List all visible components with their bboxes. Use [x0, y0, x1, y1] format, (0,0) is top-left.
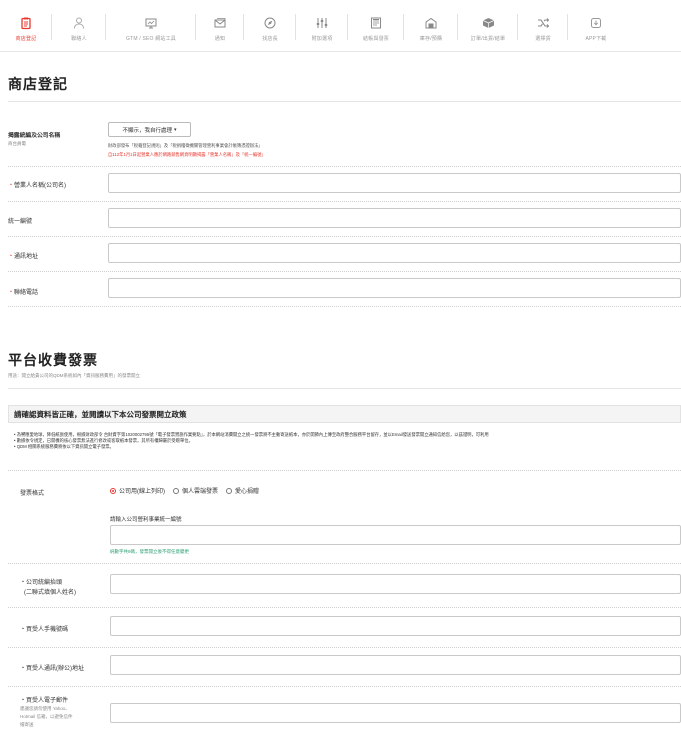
divider: [8, 388, 681, 389]
nav-tab-app-download[interactable]: APP下載: [568, 0, 624, 52]
tax-id-label: 統一編號: [8, 219, 33, 225]
buyer-title-sublabel: (二聯式填個人姓名): [24, 590, 76, 596]
policy-list: • 為響應愛地球，降低紙張使用，根據財政部令 台財資字第1020002795號「…: [14, 432, 681, 450]
divider: [8, 470, 681, 471]
phone-label: ・聯絡電話: [8, 290, 39, 296]
invoice-format-label: 發票格式: [20, 491, 45, 497]
address-label: ・通訊地址: [8, 254, 39, 260]
person-icon: [72, 16, 86, 30]
company-name-field[interactable]: [108, 173, 681, 193]
phone-field[interactable]: [108, 278, 681, 298]
nav-tab-gtm-seo[interactable]: GTM / SEO 網站工具: [106, 0, 196, 52]
tax-id-hint: 純數字共8碼，發票開立後不得任意變更: [110, 549, 190, 554]
divider: [8, 201, 681, 202]
nav-tab-checkout-invoice[interactable]: 結帳與發票: [348, 0, 404, 52]
nav-tab-find-manager[interactable]: 找店長: [244, 0, 296, 52]
sliders-icon: [315, 16, 329, 30]
box-package-icon: [481, 16, 495, 30]
platform-subtitle: 用途：開立給貴公司的QDM系統如內「資訊服務費用」的發票開立: [8, 373, 140, 378]
divider: [8, 563, 681, 564]
display-company-select[interactable]: 不顯示，我自行處理 ▾: [108, 122, 191, 137]
monitor-icon: [144, 16, 158, 30]
invoice-format-options: 公司用(線上列印) 個人雲端發票 愛心捐贈: [110, 486, 259, 495]
caret-down-icon: ▾: [174, 126, 177, 133]
buyer-email-label: ・買受人電子郵件: [20, 698, 69, 704]
nav-label: 商店登記: [15, 36, 37, 42]
store-clipboard-icon: [19, 16, 33, 30]
platform-section-title: 平台收費發票: [8, 353, 98, 369]
buyer-title-field[interactable]: [110, 574, 681, 594]
app-download-icon: [589, 16, 603, 30]
divider: [8, 236, 681, 237]
top-navigation: 商店登記 聯絡人 GTM / SEO 網站工具 通知 找店長 附加選項 結帳與發…: [0, 0, 681, 52]
nav-label: 結帳與發票: [362, 36, 389, 42]
divider: [8, 607, 681, 608]
nav-tab-inventory-preorder[interactable]: 庫存/預購: [404, 0, 458, 52]
buyer-address-field[interactable]: [110, 655, 681, 675]
radio-personal-cloud-invoice[interactable]: 個人雲端發票: [173, 486, 218, 495]
address-field[interactable]: [108, 243, 681, 263]
display-company-sublabel: 商台員電: [8, 141, 26, 146]
tax-id-caption: 請輸入公司營利事業統一編號: [110, 517, 182, 523]
nav-label: 找店長: [262, 36, 278, 42]
radio-donation-invoice[interactable]: 愛心捐贈: [226, 486, 259, 495]
invoice-icon: [369, 16, 383, 30]
display-company-label: 揭露統編及公司名稱: [8, 133, 61, 139]
nav-tab-add-ons[interactable]: 附加選項: [296, 0, 348, 52]
company-name-label: ・營業人名稱(公司名): [8, 183, 67, 189]
nav-label: APP下載: [585, 36, 607, 42]
buyer-tax-id-field[interactable]: [110, 525, 681, 545]
warehouse-icon: [424, 16, 438, 30]
divider: [8, 101, 681, 102]
select-value: 不顯示，我自行處理: [122, 127, 172, 134]
radio-company-invoice[interactable]: 公司用(線上列印): [110, 486, 165, 495]
buyer-email-note: 建議您請勿使用 Yahoo、Hotmail 信箱，以避免信件擋寄送: [20, 706, 73, 727]
nav-tab-select-goods[interactable]: 選擇貨: [518, 0, 568, 52]
store-section-title: 商店登記: [8, 77, 68, 93]
buyer-email-field[interactable]: [110, 703, 681, 723]
nav-tab-notifications[interactable]: 通知: [196, 0, 244, 52]
divider: [8, 306, 681, 307]
policy-item: • QDM 相關系統服務費將依以下資訊開立電子發票。: [14, 444, 114, 449]
compass-icon: [263, 16, 277, 30]
nav-tab-orders-shipping[interactable]: 訂單/出貨/結單: [458, 0, 518, 52]
nav-label: GTM / SEO 網站工具: [125, 36, 177, 42]
nav-label: 聯絡人: [71, 36, 87, 42]
nav-label: 庫存/預購: [419, 36, 443, 42]
nav-tab-contact[interactable]: 聯絡人: [52, 0, 106, 52]
shuffle-icon: [536, 16, 550, 30]
display-note-deadline: 自112年1月1日起營業人應於網路銷售網頁明顯揭露「營業人名稱」及「統一編號」: [108, 152, 266, 157]
envelope-icon: [213, 16, 227, 30]
divider: [8, 686, 681, 687]
buyer-mobile-field[interactable]: [110, 616, 681, 636]
display-note-regulation: 財政部發布「稅籍登記規則」及「稅捐稽徵機關管理營利事業會計帳簿憑證辦法」: [108, 143, 263, 148]
policy-heading: 請確認資料皆正確，並閱讀以下本公司發票開立政策: [8, 405, 681, 423]
nav-label: 附加選項: [311, 36, 333, 42]
nav-tab-store-registration[interactable]: 商店登記: [0, 0, 52, 52]
tax-id-field[interactable]: [108, 208, 681, 228]
nav-label: 選擇貨: [535, 36, 551, 42]
buyer-address-label: ・買受人通訊(辦公)地址: [20, 666, 85, 672]
buyer-mobile-label: ・買受人手機號碼: [20, 627, 69, 633]
divider: [8, 166, 681, 167]
nav-label: 通知: [214, 36, 226, 42]
divider: [8, 647, 681, 648]
divider: [8, 271, 681, 272]
buyer-title-label: ・公司統編抬頭: [20, 580, 63, 586]
nav-label: 訂單/出貨/結單: [470, 36, 506, 42]
